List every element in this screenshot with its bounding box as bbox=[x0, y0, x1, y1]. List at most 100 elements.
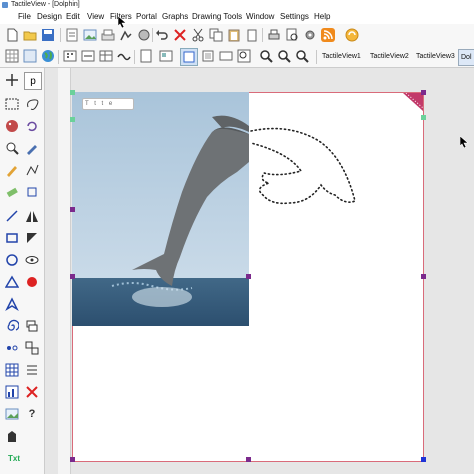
print-preview-button[interactable] bbox=[284, 27, 300, 43]
delete-button[interactable] bbox=[172, 27, 188, 43]
chart-icon[interactable] bbox=[4, 384, 20, 400]
move-icon[interactable] bbox=[4, 72, 20, 88]
resize-handle-left[interactable] bbox=[70, 274, 75, 279]
resize-handle-right[interactable] bbox=[421, 274, 426, 279]
pen-icon[interactable] bbox=[24, 140, 40, 156]
menu-settings[interactable]: Settings bbox=[280, 12, 309, 21]
lasso-icon[interactable] bbox=[24, 96, 40, 112]
open-folder-button[interactable] bbox=[22, 27, 38, 43]
menu-file[interactable]: File bbox=[18, 12, 31, 21]
tab-tactileview2[interactable]: TactileView2 bbox=[368, 49, 411, 64]
triangle-icon[interactable] bbox=[4, 274, 20, 290]
resize-handle-bottom-center[interactable] bbox=[246, 457, 251, 462]
select-rectangle-icon[interactable] bbox=[4, 96, 20, 112]
resize-handle-mid-left[interactable] bbox=[70, 207, 75, 212]
close-icon[interactable] bbox=[24, 384, 40, 400]
crop-icon[interactable] bbox=[24, 184, 40, 200]
table-grid-icon[interactable] bbox=[4, 362, 20, 378]
document-button[interactable] bbox=[64, 27, 80, 43]
copy-button[interactable] bbox=[208, 27, 224, 43]
align-icon[interactable] bbox=[24, 362, 40, 378]
layers-icon[interactable] bbox=[24, 318, 40, 334]
zoom-out-icon[interactable] bbox=[276, 48, 292, 64]
image-button[interactable] bbox=[82, 27, 98, 43]
menu-portal[interactable]: Portal bbox=[136, 12, 157, 21]
fit-page-icon[interactable] bbox=[180, 48, 198, 66]
resize-handle-top-right[interactable] bbox=[421, 90, 426, 95]
help-icon[interactable]: ? bbox=[24, 406, 40, 422]
rss-feed-icon[interactable] bbox=[320, 27, 336, 43]
grid-icon[interactable] bbox=[4, 48, 20, 64]
menu-graphs[interactable]: Graphs bbox=[162, 12, 188, 21]
eraser-icon[interactable] bbox=[4, 184, 20, 200]
save-button[interactable] bbox=[40, 27, 56, 43]
globe-icon[interactable] bbox=[40, 48, 56, 64]
page-width-icon[interactable] bbox=[218, 48, 234, 64]
emboss-button[interactable] bbox=[118, 27, 134, 43]
page-layout-icon[interactable] bbox=[138, 48, 154, 64]
resize-handle-bottom-right[interactable] bbox=[421, 457, 426, 462]
zoom-icon[interactable] bbox=[4, 140, 20, 156]
menu-design[interactable]: Design bbox=[37, 12, 62, 21]
new-file-button[interactable] bbox=[4, 27, 20, 43]
resize-handle-top-left[interactable] bbox=[70, 90, 75, 95]
group-icon[interactable] bbox=[24, 340, 40, 356]
zoom-in-icon[interactable] bbox=[258, 48, 274, 64]
settings-button[interactable] bbox=[302, 27, 318, 43]
resize-handle-center[interactable] bbox=[246, 274, 251, 279]
cut-icon[interactable] bbox=[190, 27, 206, 43]
print-tactile-button[interactable] bbox=[136, 27, 152, 43]
eye-icon[interactable] bbox=[24, 252, 40, 268]
tab-tactileview3[interactable]: TactileView3 bbox=[414, 49, 457, 64]
rectangle-icon[interactable] bbox=[4, 230, 20, 246]
p-tool-button[interactable]: p bbox=[24, 72, 42, 90]
zoom-window-icon[interactable] bbox=[236, 48, 252, 64]
app-icon bbox=[2, 2, 8, 8]
zoom-reset-icon[interactable] bbox=[294, 48, 310, 64]
undo-button[interactable] bbox=[154, 27, 170, 43]
polyline-icon[interactable] bbox=[24, 162, 40, 178]
red-dot-icon[interactable] bbox=[24, 274, 40, 290]
shape-icon[interactable] bbox=[4, 296, 20, 312]
text-box-icon[interactable] bbox=[80, 48, 96, 64]
corner-marker-icon bbox=[403, 93, 423, 111]
paste-button[interactable] bbox=[226, 27, 242, 43]
resize-handle-bottom-left[interactable] bbox=[70, 457, 75, 462]
print-button[interactable] bbox=[266, 27, 282, 43]
resize-handle-photo-left[interactable] bbox=[70, 117, 75, 122]
spiral-icon[interactable] bbox=[4, 318, 20, 334]
menu-window[interactable]: Window bbox=[246, 12, 274, 21]
window-title: TactileView - [Dolphin] bbox=[11, 1, 80, 8]
portal-button[interactable] bbox=[344, 27, 360, 43]
menu-view[interactable]: View bbox=[87, 12, 104, 21]
dolphin-photo[interactable] bbox=[72, 92, 249, 326]
image-library-icon[interactable] bbox=[22, 48, 38, 64]
braille-icon[interactable] bbox=[62, 48, 78, 64]
menu-edit[interactable]: Edit bbox=[66, 12, 80, 21]
dolphin-tactile-outline[interactable] bbox=[249, 123, 369, 223]
menu-drawing-tools[interactable]: Drawing Tools bbox=[192, 12, 242, 21]
clipboard-button[interactable] bbox=[244, 27, 260, 43]
rotate-icon[interactable] bbox=[24, 118, 40, 134]
bezier-icon[interactable] bbox=[4, 340, 20, 356]
arrow-pointer-icon bbox=[460, 136, 469, 148]
menu-help[interactable]: Help bbox=[314, 12, 330, 21]
scan-button[interactable] bbox=[100, 27, 116, 43]
actual-size-icon[interactable] bbox=[200, 48, 216, 64]
text-icon[interactable]: Txt bbox=[4, 450, 24, 466]
circle-icon[interactable] bbox=[4, 252, 20, 268]
page-setup-icon[interactable] bbox=[158, 48, 174, 64]
picture-icon[interactable] bbox=[4, 406, 20, 422]
tab-tactileview1[interactable]: TactileView1 bbox=[320, 49, 363, 64]
figure-icon[interactable] bbox=[4, 428, 20, 444]
tab-dolphin[interactable]: Dol bbox=[458, 49, 474, 66]
mirror-icon[interactable] bbox=[24, 208, 40, 224]
table-icon[interactable] bbox=[98, 48, 114, 64]
freehand-icon[interactable] bbox=[4, 162, 20, 178]
line-icon[interactable] bbox=[4, 208, 20, 224]
palette-icon[interactable] bbox=[4, 118, 20, 134]
wave-icon[interactable] bbox=[116, 48, 132, 64]
resize-handle-top-right-green[interactable] bbox=[421, 115, 426, 120]
flip-icon[interactable] bbox=[24, 230, 40, 246]
vertical-ruler bbox=[58, 68, 71, 474]
